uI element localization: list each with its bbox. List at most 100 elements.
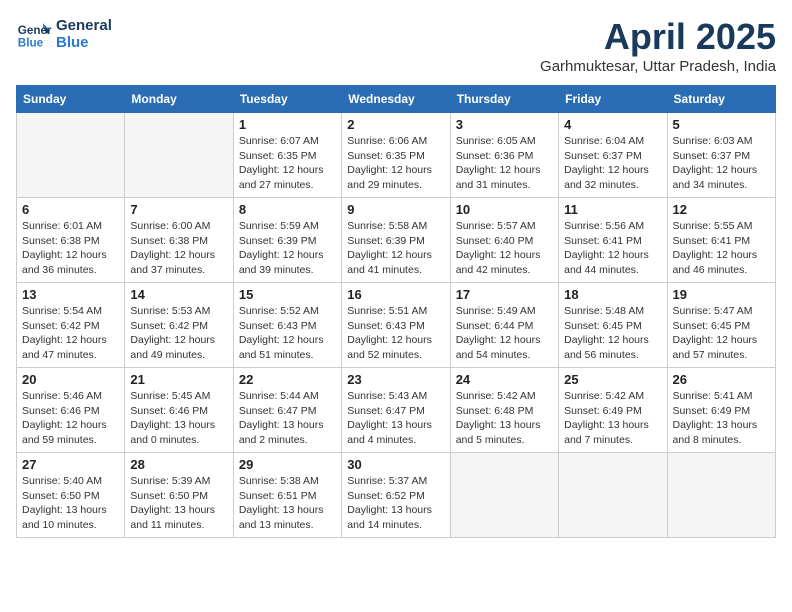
day-number: 4 — [564, 117, 661, 132]
day-info: Sunrise: 5:37 AMSunset: 6:52 PMDaylight:… — [347, 474, 444, 533]
calendar-cell — [450, 453, 558, 538]
day-header-sunday: Sunday — [17, 86, 125, 113]
day-number: 8 — [239, 202, 336, 217]
calendar-cell — [125, 113, 233, 198]
day-number: 28 — [130, 457, 227, 472]
day-info: Sunrise: 5:46 AMSunset: 6:46 PMDaylight:… — [22, 389, 119, 448]
day-number: 26 — [673, 372, 770, 387]
day-number: 12 — [673, 202, 770, 217]
day-info: Sunrise: 5:43 AMSunset: 6:47 PMDaylight:… — [347, 389, 444, 448]
day-info: Sunrise: 5:54 AMSunset: 6:42 PMDaylight:… — [22, 304, 119, 363]
calendar-cell: 12Sunrise: 5:55 AMSunset: 6:41 PMDayligh… — [667, 198, 775, 283]
calendar-cell: 2 Sunrise: 6:06 AMSunset: 6:35 PMDaylight… — [342, 113, 450, 198]
calendar-cell: 10 Sunrise: 5:57 AMSunset: 6:40 PMDayligh… — [450, 198, 558, 283]
day-number: 11 — [564, 202, 661, 217]
day-number: 24 — [456, 372, 553, 387]
calendar-cell: 1 Sunrise: 6:07 AMSunset: 6:35 PMDaylight… — [233, 113, 341, 198]
calendar-cell: 23 Sunrise: 5:43 AMSunset: 6:47 PMDayligh… — [342, 368, 450, 453]
calendar-header-row: SundayMondayTuesdayWednesdayThursdayFrid… — [17, 86, 776, 113]
day-info: Sunrise: 5:42 AMSunset: 6:49 PMDaylight:… — [564, 389, 661, 448]
calendar-cell: 8 Sunrise: 5:59 AMSunset: 6:39 PMDaylight… — [233, 198, 341, 283]
day-info: Sunrise: 5:58 AMSunset: 6:39 PMDaylight:… — [347, 219, 444, 278]
day-header-saturday: Saturday — [667, 86, 775, 113]
day-number: 20 — [22, 372, 119, 387]
day-number: 5 — [673, 117, 770, 132]
day-number: 22 — [239, 372, 336, 387]
day-number: 21 — [130, 372, 227, 387]
day-info: Sunrise: 5:40 AMSunset: 6:50 PMDaylight:… — [22, 474, 119, 533]
day-number: 18 — [564, 287, 661, 302]
day-header-friday: Friday — [559, 86, 667, 113]
week-row-2: 6 Sunrise: 6:01 AMSunset: 6:38 PMDaylight… — [17, 198, 776, 283]
day-number: 3 — [456, 117, 553, 132]
day-info: Sunrise: 5:38 AMSunset: 6:51 PMDaylight:… — [239, 474, 336, 533]
day-number: 7 — [130, 202, 227, 217]
calendar-cell: 26Sunrise: 5:41 AMSunset: 6:49 PMDayligh… — [667, 368, 775, 453]
day-info: Sunrise: 6:05 AMSunset: 6:36 PMDaylight:… — [456, 134, 553, 193]
calendar-cell: 19Sunrise: 5:47 AMSunset: 6:45 PMDayligh… — [667, 283, 775, 368]
day-header-wednesday: Wednesday — [342, 86, 450, 113]
day-info: Sunrise: 5:51 AMSunset: 6:43 PMDaylight:… — [347, 304, 444, 363]
day-header-tuesday: Tuesday — [233, 86, 341, 113]
day-number: 1 — [239, 117, 336, 132]
calendar-cell: 13 Sunrise: 5:54 AMSunset: 6:42 PMDayligh… — [17, 283, 125, 368]
logo: General Blue General Blue — [16, 16, 112, 52]
svg-text:Blue: Blue — [18, 37, 44, 50]
day-info: Sunrise: 5:47 AMSunset: 6:45 PMDaylight:… — [673, 304, 770, 363]
page-header: General Blue General Blue April 2025 Gar… — [16, 16, 776, 75]
day-info: Sunrise: 5:56 AMSunset: 6:41 PMDaylight:… — [564, 219, 661, 278]
day-number: 13 — [22, 287, 119, 302]
calendar-cell: 28Sunrise: 5:39 AMSunset: 6:50 PMDayligh… — [125, 453, 233, 538]
calendar-cell: 7Sunrise: 6:00 AMSunset: 6:38 PMDaylight… — [125, 198, 233, 283]
calendar-cell: 15Sunrise: 5:52 AMSunset: 6:43 PMDayligh… — [233, 283, 341, 368]
day-info: Sunrise: 5:42 AMSunset: 6:48 PMDaylight:… — [456, 389, 553, 448]
week-row-1: 1 Sunrise: 6:07 AMSunset: 6:35 PMDaylight… — [17, 113, 776, 198]
calendar-cell: 6 Sunrise: 6:01 AMSunset: 6:38 PMDaylight… — [17, 198, 125, 283]
day-number: 10 — [456, 202, 553, 217]
day-info: Sunrise: 6:01 AMSunset: 6:38 PMDaylight:… — [22, 219, 119, 278]
calendar-cell: 4Sunrise: 6:04 AMSunset: 6:37 PMDaylight… — [559, 113, 667, 198]
calendar-cell: 22 Sunrise: 5:44 AMSunset: 6:47 PMDayligh… — [233, 368, 341, 453]
title-block: April 2025 Garhmuktesar, Uttar Pradesh, … — [540, 16, 776, 75]
day-info: Sunrise: 5:52 AMSunset: 6:43 PMDaylight:… — [239, 304, 336, 363]
calendar-cell: 30 Sunrise: 5:37 AMSunset: 6:52 PMDayligh… — [342, 453, 450, 538]
calendar-cell — [17, 113, 125, 198]
day-info: Sunrise: 6:06 AMSunset: 6:35 PMDaylight:… — [347, 134, 444, 193]
logo-icon: General Blue — [16, 16, 52, 52]
day-number: 25 — [564, 372, 661, 387]
day-info: Sunrise: 5:59 AMSunset: 6:39 PMDaylight:… — [239, 219, 336, 278]
calendar-cell — [559, 453, 667, 538]
day-info: Sunrise: 5:49 AMSunset: 6:44 PMDaylight:… — [456, 304, 553, 363]
calendar-cell: 16 Sunrise: 5:51 AMSunset: 6:43 PMDayligh… — [342, 283, 450, 368]
day-number: 29 — [239, 457, 336, 472]
day-info: Sunrise: 6:07 AMSunset: 6:35 PMDaylight:… — [239, 134, 336, 193]
day-number: 16 — [347, 287, 444, 302]
day-number: 30 — [347, 457, 444, 472]
calendar-cell: 25 Sunrise: 5:42 AMSunset: 6:49 PMDayligh… — [559, 368, 667, 453]
day-number: 2 — [347, 117, 444, 132]
calendar-cell: 11 Sunrise: 5:56 AMSunset: 6:41 PMDayligh… — [559, 198, 667, 283]
calendar-cell: 27 Sunrise: 5:40 AMSunset: 6:50 PMDayligh… — [17, 453, 125, 538]
day-number: 9 — [347, 202, 444, 217]
location-subtitle: Garhmuktesar, Uttar Pradesh, India — [540, 58, 776, 75]
day-number: 23 — [347, 372, 444, 387]
day-number: 27 — [22, 457, 119, 472]
calendar-cell: 14Sunrise: 5:53 AMSunset: 6:42 PMDayligh… — [125, 283, 233, 368]
week-row-3: 13 Sunrise: 5:54 AMSunset: 6:42 PMDayligh… — [17, 283, 776, 368]
week-row-5: 27 Sunrise: 5:40 AMSunset: 6:50 PMDayligh… — [17, 453, 776, 538]
calendar-table: SundayMondayTuesdayWednesdayThursdayFrid… — [16, 85, 776, 538]
logo-line2: Blue — [56, 34, 112, 51]
day-number: 6 — [22, 202, 119, 217]
day-number: 17 — [456, 287, 553, 302]
day-header-monday: Monday — [125, 86, 233, 113]
calendar-cell: 18 Sunrise: 5:48 AMSunset: 6:45 PMDayligh… — [559, 283, 667, 368]
week-row-4: 20 Sunrise: 5:46 AMSunset: 6:46 PMDayligh… — [17, 368, 776, 453]
day-info: Sunrise: 5:48 AMSunset: 6:45 PMDaylight:… — [564, 304, 661, 363]
calendar-cell — [667, 453, 775, 538]
day-number: 14 — [130, 287, 227, 302]
day-info: Sunrise: 6:03 AMSunset: 6:37 PMDaylight:… — [673, 134, 770, 193]
calendar-cell: 21Sunrise: 5:45 AMSunset: 6:46 PMDayligh… — [125, 368, 233, 453]
calendar-cell: 24 Sunrise: 5:42 AMSunset: 6:48 PMDayligh… — [450, 368, 558, 453]
day-info: Sunrise: 5:44 AMSunset: 6:47 PMDaylight:… — [239, 389, 336, 448]
day-info: Sunrise: 5:57 AMSunset: 6:40 PMDaylight:… — [456, 219, 553, 278]
